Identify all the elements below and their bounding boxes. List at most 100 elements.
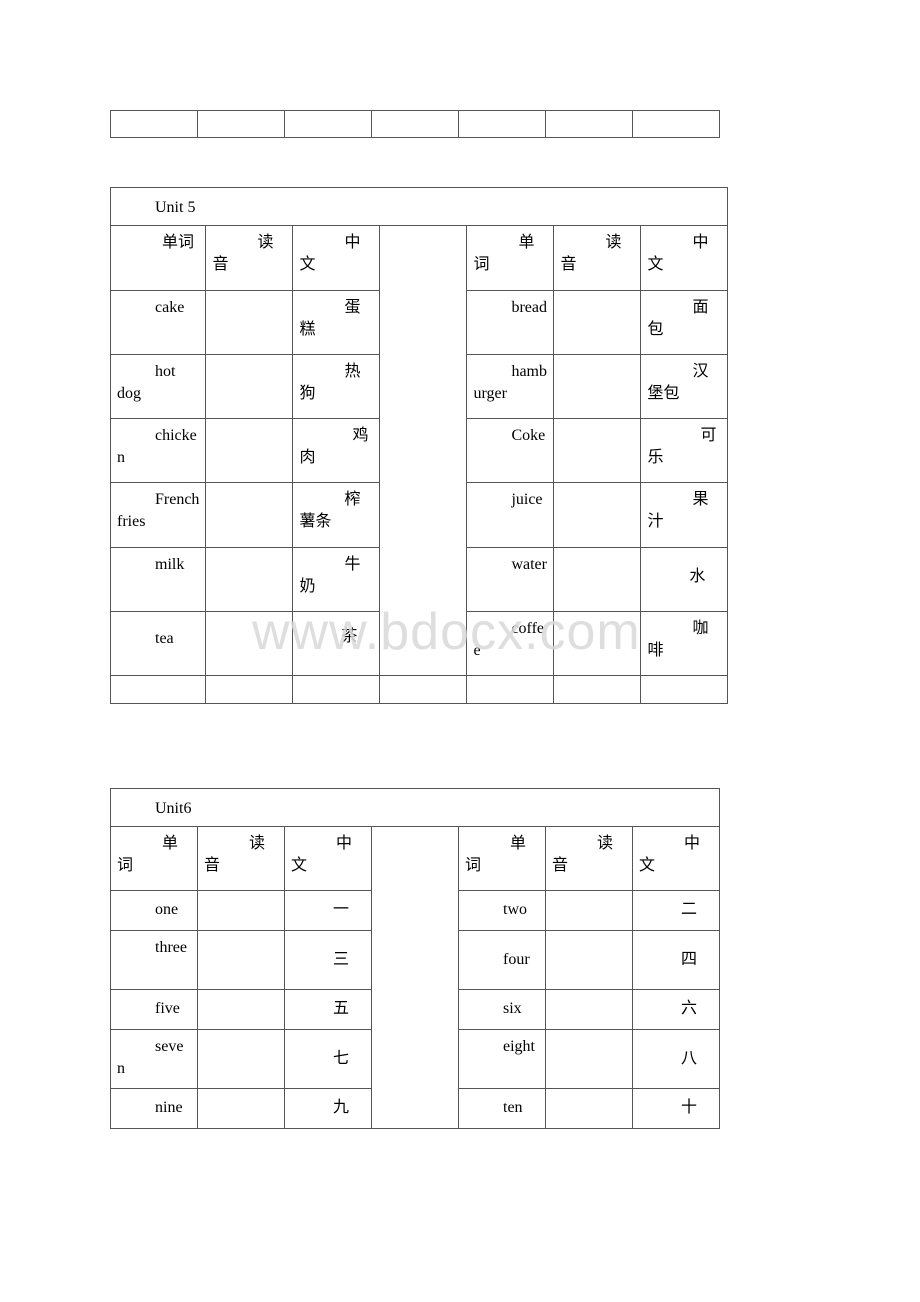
header-chinese: 中文 (640, 225, 729, 291)
header-word: 单词 (109, 225, 207, 291)
chinese-cell: 咖啡 (640, 611, 729, 676)
pronunciation-cell (553, 354, 642, 419)
word-cell: eight (458, 1029, 546, 1089)
pronunciation-cell (545, 989, 633, 1030)
empty-row (109, 675, 729, 704)
chinese-cell: 五 (284, 989, 372, 1030)
header-word: 单词 (458, 826, 546, 891)
pronunciation-cell (205, 547, 294, 612)
divider-column (379, 225, 468, 676)
unit5-title: Unit 5 (109, 187, 729, 226)
chinese-cell: 二 (632, 890, 720, 931)
header-pronunciation: 读音 (197, 826, 285, 891)
pronunciation-cell (545, 1029, 633, 1089)
chinese-cell: 八 (632, 1029, 720, 1089)
header-word: 单词 (466, 225, 555, 291)
divider-column (371, 826, 459, 1129)
header-pronunciation: 读音 (205, 225, 294, 291)
pronunciation-cell (205, 290, 294, 355)
chinese-cell: 牛奶 (292, 547, 381, 612)
header-word: 单词 (110, 826, 198, 891)
word-cell: bread (466, 290, 555, 355)
word-cell: juice (466, 482, 555, 548)
chinese-cell: 果汁 (640, 482, 729, 548)
empty-cell (205, 675, 294, 704)
unit6-title: Unit6 (110, 788, 720, 827)
pronunciation-cell (205, 354, 294, 419)
pronunciation-cell (205, 611, 294, 676)
empty-cell (110, 110, 198, 138)
header-chinese: 中文 (292, 225, 381, 291)
chinese-cell: 蛋糕 (292, 290, 381, 355)
pronunciation-cell (545, 930, 633, 990)
word-cell: four (458, 930, 546, 990)
chinese-cell: 一 (284, 890, 372, 931)
word-cell: two (458, 890, 546, 931)
word-cell: ten (458, 1088, 546, 1129)
chinese-cell: 面包 (640, 290, 729, 355)
header-pronunciation: 读音 (545, 826, 633, 891)
header-chinese: 中文 (284, 826, 372, 891)
empty-cell (545, 110, 633, 138)
pronunciation-cell (197, 930, 285, 990)
table-header-row: 单词 读音 中文 单词 读音 中文 (109, 225, 729, 676)
chinese-cell: 榨薯条 (292, 482, 381, 548)
word-cell: seven (110, 1029, 198, 1089)
empty-cell (632, 110, 720, 138)
word-cell: Coke (466, 418, 555, 483)
pronunciation-cell (205, 418, 294, 483)
pronunciation-cell (197, 989, 285, 1030)
word-cell: chicken (109, 418, 207, 483)
unit5-vocab-table: Unit 5 单词 读音 中文 单词 读音 中文 cake 蛋糕 bread 面… (109, 187, 729, 704)
word-cell: hamburger (466, 354, 555, 419)
chinese-cell: 六 (632, 989, 720, 1030)
chinese-cell: 热狗 (292, 354, 381, 419)
empty-cell (292, 675, 381, 704)
empty-cell (371, 110, 459, 138)
pronunciation-cell (545, 1088, 633, 1129)
word-cell: five (110, 989, 198, 1030)
pronunciation-cell (553, 290, 642, 355)
table-header-row: 单词 读音 中文 单词 读音 中文 (110, 826, 720, 1129)
chinese-cell: 汉堡包 (640, 354, 729, 419)
word-cell: tea (109, 611, 207, 676)
unit6-vocab-table: Unit6 单词 读音 中文 单词 读音 中文 one 一 two 二 thre… (110, 788, 720, 1129)
word-cell: nine (110, 1088, 198, 1129)
empty-cell (379, 675, 468, 704)
chinese-cell: 可乐 (640, 418, 729, 483)
pronunciation-cell (197, 1088, 285, 1129)
empty-cell (284, 110, 372, 138)
empty-cell (640, 675, 729, 704)
header-chinese: 中文 (632, 826, 720, 891)
word-cell: French fries (109, 482, 207, 548)
word-cell: one (110, 890, 198, 931)
chinese-cell: 十 (632, 1088, 720, 1129)
pronunciation-cell (553, 547, 642, 612)
pronunciation-cell (553, 482, 642, 548)
pronunciation-cell (197, 890, 285, 931)
empty-cell (458, 110, 546, 138)
word-cell: coffee (466, 611, 555, 676)
empty-cell (109, 675, 207, 704)
word-cell: water (466, 547, 555, 612)
word-cell: milk (109, 547, 207, 612)
chinese-cell: 水 (640, 547, 729, 612)
chinese-cell: 鸡肉 (292, 418, 381, 483)
word-cell: hot dog (109, 354, 207, 419)
chinese-cell: 七 (284, 1029, 372, 1089)
word-cell: six (458, 989, 546, 1030)
pronunciation-cell (553, 611, 642, 676)
empty-table-top (110, 110, 720, 138)
empty-cell (466, 675, 555, 704)
word-text: French fries (117, 491, 200, 530)
pronunciation-cell (197, 1029, 285, 1089)
pronunciation-cell (545, 890, 633, 931)
chinese-cell: 九 (284, 1088, 372, 1129)
word-cell: cake (109, 290, 207, 355)
chinese-cell: 三 (284, 930, 372, 990)
empty-cell (197, 110, 285, 138)
header-pronunciation: 读音 (553, 225, 642, 291)
word-cell: three (110, 930, 198, 990)
chinese-cell: 四 (632, 930, 720, 990)
pronunciation-cell (553, 418, 642, 483)
